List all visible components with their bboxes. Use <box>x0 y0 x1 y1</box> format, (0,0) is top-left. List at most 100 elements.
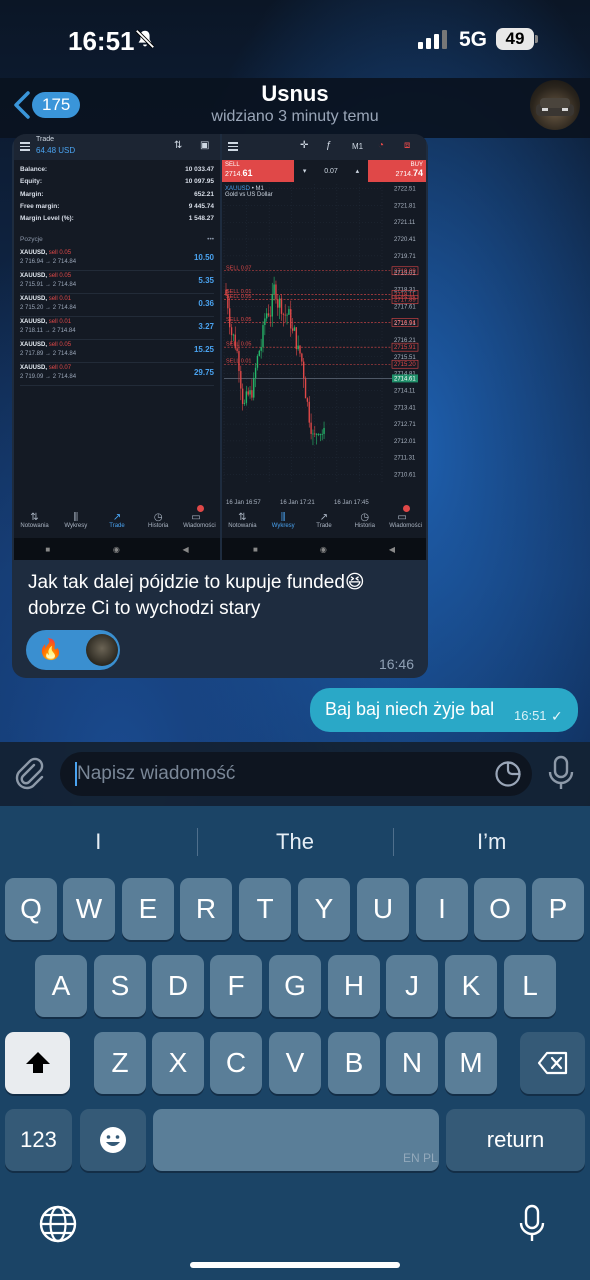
candle-body <box>310 422 312 434</box>
candle-body <box>293 327 296 331</box>
microphone-icon[interactable] <box>546 754 576 792</box>
key-k[interactable]: K <box>445 955 497 1017</box>
candle-body <box>229 308 231 328</box>
candle-body <box>258 350 260 356</box>
numbers-key[interactable]: 123 <box>5 1109 72 1171</box>
chart-icon: ⫼ <box>280 512 286 523</box>
candle-body <box>264 318 266 326</box>
y-tick-label: 2721.11 <box>394 220 416 226</box>
key-p[interactable]: P <box>532 878 584 940</box>
candle-body <box>295 327 297 350</box>
candle-body <box>297 345 299 350</box>
y-tick-label: 2714.11 <box>394 388 416 394</box>
candle-body <box>249 390 251 395</box>
key-i[interactable]: I <box>416 878 468 940</box>
candle-body <box>241 388 244 404</box>
candle-body <box>230 327 233 336</box>
key-h[interactable]: H <box>328 955 380 1017</box>
sticker-icon[interactable] <box>494 760 522 788</box>
candle-body <box>253 377 255 398</box>
android-nav: ■ ◉ ◀ <box>14 538 220 560</box>
candle-body <box>245 391 248 403</box>
y-tick-label: 2713.41 <box>394 405 416 411</box>
key-e[interactable]: E <box>122 878 174 940</box>
backspace-icon <box>537 1051 567 1075</box>
globe-icon[interactable] <box>38 1204 78 1244</box>
key-m[interactable]: M <box>445 1032 497 1094</box>
key-n[interactable]: N <box>386 1032 438 1094</box>
suggestion-item[interactable]: I’m <box>393 822 590 862</box>
sort-icon: ⇅ <box>174 140 183 151</box>
message-input[interactable]: Napisz wiadomość <box>60 752 532 796</box>
candle-body <box>306 398 309 402</box>
trading-screenshot-image[interactable]: Trade 64.48 USD ⇅ ▣ Balance: 10 033.47 Eq… <box>14 134 426 560</box>
position-row: XAUUSD, sell 0.05 2 715.91 → 2 714.84 5.… <box>20 271 214 294</box>
key-s[interactable]: S <box>94 955 146 1017</box>
trade-label: Trade <box>36 136 55 143</box>
network-type: 5G <box>459 28 488 51</box>
key-a[interactable]: A <box>35 955 87 1017</box>
last-seen-status: widziano 3 minuty temu <box>211 108 379 125</box>
candle-body <box>301 353 303 362</box>
key-t[interactable]: T <box>239 878 291 940</box>
order-price-label: 2715.20 <box>394 362 416 368</box>
key-f[interactable]: F <box>210 955 262 1017</box>
read-check-icon: ✓ <box>551 708 563 724</box>
car-photo-icon <box>536 98 574 116</box>
status-time: 16:51 <box>68 26 135 56</box>
candle-body <box>315 433 318 435</box>
candle-body <box>317 433 320 435</box>
indicators-icon: ƒ <box>326 140 332 151</box>
incoming-message-bubble[interactable]: Trade 64.48 USD ⇅ ▣ Balance: 10 033.47 Eq… <box>12 134 428 678</box>
candle-body <box>323 427 325 434</box>
key-o[interactable]: O <box>474 878 526 940</box>
order-price-label: 2716.94 <box>394 320 416 326</box>
key-r[interactable]: R <box>180 878 232 940</box>
positions-list: XAUUSD, sell 0.05 2 716.94 → 2 714.84 10… <box>20 248 214 386</box>
outgoing-message-bubble[interactable]: Baj baj niech żyje bal 16:51 ✓ <box>310 688 578 732</box>
backspace-key[interactable] <box>520 1032 585 1094</box>
x-tick-label: 16 Jan 17:21 <box>280 500 315 506</box>
position-row: XAUUSD, sell 0.05 2 717.89 → 2 714.84 15… <box>20 340 214 363</box>
key-u[interactable]: U <box>357 878 409 940</box>
key-c[interactable]: C <box>210 1032 262 1094</box>
candle-body <box>266 313 268 319</box>
positions-header: Pozycje ••• <box>20 236 214 243</box>
contact-avatar[interactable] <box>530 80 580 130</box>
key-j[interactable]: J <box>386 955 438 1017</box>
y-tick-label: 2712.01 <box>394 439 416 445</box>
key-w[interactable]: W <box>63 878 115 940</box>
message-text: Jak tak dalej pójdzie to kupuje funded😆 … <box>28 572 365 619</box>
more-icon: ••• <box>207 236 214 243</box>
emoji-key[interactable] <box>80 1109 146 1171</box>
space-bar[interactable] <box>153 1109 439 1171</box>
shift-key[interactable] <box>5 1032 70 1094</box>
chat-title[interactable]: Usnus <box>0 81 590 107</box>
suggestion-item[interactable]: I <box>0 822 197 862</box>
candle-body <box>256 355 259 368</box>
key-z[interactable]: Z <box>94 1032 146 1094</box>
candle-body <box>238 351 240 372</box>
reaction-pill[interactable]: 🔥 <box>26 630 120 670</box>
predictive-suggestions: I The I’m <box>0 822 590 862</box>
order-price-label: 2717.89 <box>394 298 416 304</box>
key-g[interactable]: G <box>269 955 321 1017</box>
return-key[interactable]: return <box>446 1109 585 1171</box>
suggestion-item[interactable]: The <box>196 822 394 862</box>
key-y[interactable]: Y <box>298 878 350 940</box>
key-l[interactable]: L <box>504 955 556 1017</box>
key-d[interactable]: D <box>152 955 204 1017</box>
dictation-mic-icon[interactable] <box>518 1204 546 1244</box>
key-v[interactable]: V <box>269 1032 321 1094</box>
candle-body <box>269 315 272 317</box>
candle-body <box>251 390 253 398</box>
status-bar: 16:51 5G 49 <box>0 0 590 80</box>
candle-body <box>278 298 281 308</box>
home-indicator <box>190 1262 400 1268</box>
account-row: Free margin: 9 445.74 <box>20 202 214 210</box>
attach-paperclip-icon[interactable] <box>12 756 46 790</box>
key-x[interactable]: X <box>152 1032 204 1094</box>
y-tick-label: 2715.51 <box>394 355 416 361</box>
key-b[interactable]: B <box>328 1032 380 1094</box>
key-q[interactable]: Q <box>5 878 57 940</box>
